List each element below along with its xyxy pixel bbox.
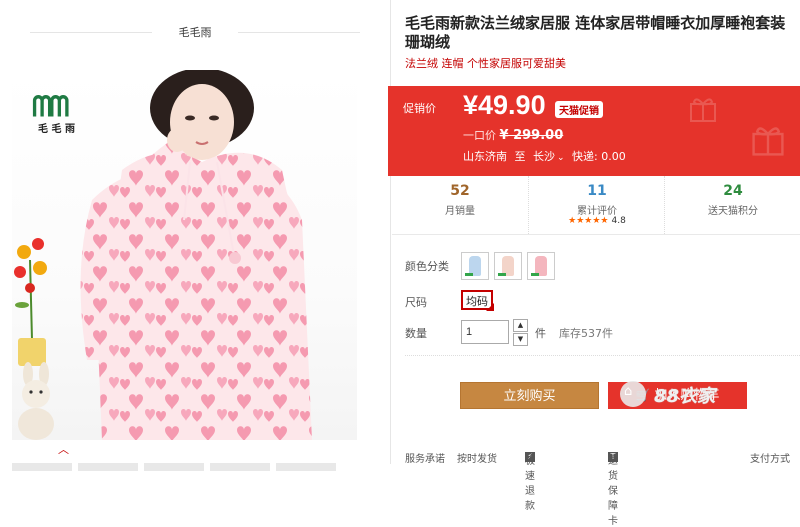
- promo-price: ¥49.90: [463, 90, 546, 120]
- stat-tmall-points: 24 送天猫积分: [664, 176, 800, 234]
- thumbnail[interactable]: [144, 463, 204, 471]
- thumbnail[interactable]: [12, 463, 72, 471]
- services-label: 服务承诺: [405, 454, 445, 465]
- ship-from: 山东济南: [463, 150, 507, 163]
- quantity-increase-icon[interactable]: ▲: [513, 319, 528, 332]
- color-swatch[interactable]: [494, 252, 522, 280]
- swatch-mark: [531, 273, 539, 276]
- selected-check-icon: [486, 303, 494, 311]
- swatch-mark: [465, 273, 473, 276]
- divider: [30, 32, 152, 33]
- color-swatch[interactable]: [527, 252, 555, 280]
- brand-logo-text: 毛 毛 雨: [38, 124, 75, 135]
- product-gallery: 毛毛雨 ᗰᗰ 毛 毛 雨 ︿: [0, 0, 391, 471]
- service-item-label: 极速退款: [525, 456, 535, 512]
- original-price: 一口价 ¥ 299.00: [463, 127, 563, 143]
- thumbnail[interactable]: [210, 463, 270, 471]
- chevron-down-icon[interactable]: ⌄: [557, 153, 565, 163]
- rating: ★★★★★ 4.8: [529, 216, 665, 226]
- stock-count: 库存537件: [559, 327, 613, 340]
- brand-name[interactable]: 毛毛雨: [152, 24, 238, 40]
- gift-icon: [752, 127, 784, 156]
- original-price-value: ¥ 299.00: [499, 128, 564, 143]
- stat-label: 月销量: [445, 206, 475, 217]
- chevron-up-icon[interactable]: ︿: [58, 441, 69, 457]
- quantity-input[interactable]: [461, 320, 509, 344]
- stat-value: 11: [587, 183, 607, 199]
- size-option-one-size[interactable]: 均码: [461, 290, 494, 311]
- main-product-image[interactable]: ᗰᗰ 毛 毛 雨: [12, 70, 357, 440]
- stat-monthly-sales: 52 月销量: [392, 176, 528, 234]
- gift-icon: [690, 98, 716, 122]
- thumbnail[interactable]: [276, 463, 336, 471]
- original-price-label: 一口价: [463, 129, 496, 142]
- promo-price-label: 促销价: [403, 102, 436, 115]
- stat-reviews[interactable]: 11 累计评价 ★★★★★ 4.8: [528, 176, 665, 234]
- stat-label: 累计评价: [577, 206, 617, 217]
- product-details: 毛毛雨新款法兰绒家居服 连体家居带帽睡衣加厚睡袍套装珊瑚绒 法兰绒 连帽 个性家…: [388, 0, 800, 527]
- thumbnail[interactable]: [78, 463, 138, 471]
- ship-express-fee: 快递: 0.00: [572, 150, 626, 163]
- product-subtitle: 法兰绒 连帽 个性家居服可爱甜美: [405, 57, 566, 70]
- color-swatch[interactable]: [461, 252, 489, 280]
- tmall-promo-badge: 天猫促销: [555, 101, 603, 118]
- rating-value: 4.8: [611, 216, 626, 226]
- service-promises: 服务承诺 按时发货 ⚡ 极速退款 T 退货保障卡 支付方式: [405, 448, 800, 527]
- service-item-label: 退货保障卡: [608, 456, 618, 527]
- size-value: 均码: [466, 295, 488, 308]
- stat-label: 送天猫积分: [708, 206, 758, 217]
- divider: [405, 355, 800, 356]
- flower-decoration-icon: [14, 238, 47, 366]
- stat-value: 52: [450, 183, 470, 199]
- quantity-label: 数量: [405, 327, 427, 340]
- service-item[interactable]: 按时发货: [457, 450, 497, 465]
- price-panel: 促销价 ¥49.90 天猫促销 一口价 ¥ 299.00 山东济南 至 长沙 ⌄ …: [388, 86, 800, 176]
- stats-bar: 52 月销量 11 累计评价 ★★★★★ 4.8 24 送天猫积分: [392, 176, 800, 235]
- quantity-decrease-icon[interactable]: ▼: [513, 333, 528, 346]
- site-watermark: ⌂ 88衣家: [602, 378, 792, 428]
- swatch-mark: [498, 273, 506, 276]
- divider: [238, 32, 360, 33]
- ship-to-city[interactable]: 长沙: [533, 150, 555, 163]
- product-title: 毛毛雨新款法兰绒家居服 连体家居带帽睡衣加厚睡袍套装珊瑚绒: [405, 14, 786, 51]
- color-option-label: 颜色分类: [405, 260, 449, 273]
- thumbnail-strip: [12, 456, 357, 471]
- brand-logo: ᗰᗰ 毛 毛 雨: [32, 90, 92, 140]
- buy-now-button[interactable]: 立刻购买: [460, 382, 599, 409]
- stat-value: 24: [723, 183, 743, 199]
- house-icon: ⌂: [624, 384, 633, 399]
- brand-logo-mark: ᗰᗰ: [32, 90, 69, 123]
- bunny-toy-icon: [18, 362, 54, 440]
- quantity-unit: 件: [535, 327, 546, 340]
- ship-to-label: 至: [514, 150, 526, 163]
- brand-header: 毛毛雨: [30, 18, 360, 46]
- ship-to-select[interactable]: 长沙 ⌄: [533, 150, 565, 163]
- size-option-label: 尺码: [405, 296, 427, 309]
- watermark-text: 88衣家: [654, 386, 716, 407]
- payment-methods[interactable]: 支付方式: [750, 450, 790, 465]
- shipping-info: 山东济南 至 长沙 ⌄ 快递: 0.00: [463, 148, 630, 164]
- star-rating-icon: ★★★★★: [568, 216, 609, 226]
